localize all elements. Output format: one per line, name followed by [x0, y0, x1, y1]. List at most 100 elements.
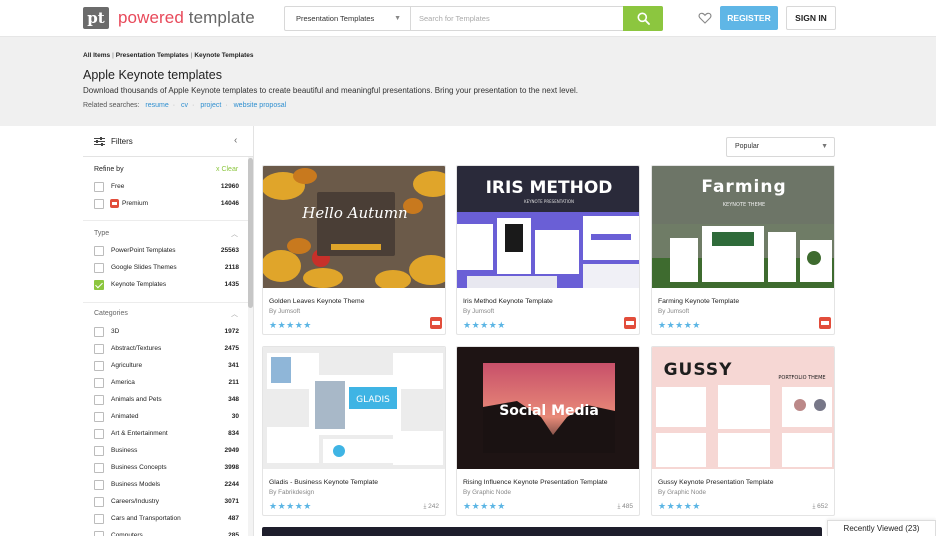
checkbox[interactable] [94, 199, 104, 209]
checkbox-checked[interactable] [94, 280, 104, 290]
filter-category[interactable]: Abstract/Textures 2475 [94, 344, 239, 356]
thumbnail-rising-influence[interactable]: Social Media [457, 347, 639, 469]
filter-category[interactable]: 3D 1972 [94, 327, 239, 339]
filter-label: PowerPoint Templates [111, 247, 176, 254]
chevron-down-icon: ▼ [394, 15, 401, 22]
checkbox[interactable] [94, 531, 104, 536]
filter-count: 1435 [224, 281, 239, 288]
filter-category[interactable]: Cars and Transportation 487 [94, 514, 239, 526]
checkbox[interactable] [94, 514, 104, 524]
template-card[interactable]: Hello Autumn Golden Leaves Keynote Theme… [262, 165, 446, 335]
filter-count: 348 [228, 396, 239, 403]
filter-keynote-templates[interactable]: Keynote Templates 1435 [94, 280, 239, 292]
filter-category[interactable]: Animals and Pets 348 [94, 395, 239, 407]
filter-category[interactable]: Agriculture 341 [94, 361, 239, 373]
template-card[interactable]: Farming KEYNOTE THEME Farming Keynote Te… [651, 165, 835, 335]
thumbnail-gussy[interactable]: GUSSY PORTFOLIO THEME [652, 347, 834, 469]
thumbnail-golden-leaves[interactable]: Hello Autumn [263, 166, 445, 288]
logo-word-powered: powered [118, 8, 184, 27]
filter-category[interactable]: Careers/Industry 3071 [94, 497, 239, 509]
checkbox[interactable] [94, 497, 104, 507]
breadcrumb-keynote-templates[interactable]: Keynote Templates [194, 52, 253, 59]
thumb-text: GLADIS [356, 395, 390, 405]
breadcrumb-all-items[interactable]: All Items [83, 52, 110, 59]
card-author[interactable]: By Graphic Node [658, 489, 706, 496]
checkbox[interactable] [94, 395, 104, 405]
card-author[interactable]: By Fabrikdesign [269, 489, 314, 496]
chevron-left-icon[interactable]: ‹ [234, 135, 237, 146]
filters-heading: Filters [111, 137, 133, 146]
filter-category[interactable]: Art & Entertainment 834 [94, 429, 239, 441]
filter-category[interactable]: America 211 [94, 378, 239, 390]
page-title: Apple Keynote templates [83, 68, 222, 82]
next-row-thumbnail[interactable] [262, 527, 822, 536]
checkbox[interactable] [94, 480, 104, 490]
card-title[interactable]: Farming Keynote Template [658, 298, 739, 305]
clear-filters-link[interactable]: x Clear [216, 166, 238, 173]
breadcrumb-presentation-templates[interactable]: Presentation Templates [116, 52, 189, 59]
checkbox[interactable] [94, 361, 104, 371]
card-title[interactable]: Gladis - Business Keynote Template [269, 479, 378, 486]
filter-label: Art & Entertainment [111, 430, 168, 437]
card-title[interactable]: Rising Influence Keynote Presentation Te… [463, 479, 608, 486]
checkbox[interactable] [94, 327, 104, 337]
filter-category[interactable]: Animated 30 [94, 412, 239, 424]
card-author[interactable]: By Jumsoft [269, 308, 300, 315]
related-link-project[interactable]: project [200, 102, 221, 109]
filter-free[interactable]: Free 12960 [94, 182, 239, 194]
checkbox[interactable] [94, 463, 104, 473]
search-button[interactable] [623, 6, 663, 31]
related-link-cv[interactable]: cv [181, 102, 188, 109]
checkbox[interactable] [94, 344, 104, 354]
card-title[interactable]: Iris Method Keynote Template [463, 298, 553, 305]
thumbnail-image: Hello Autumn [263, 166, 445, 288]
page-description: Download thousands of Apple Keynote temp… [83, 86, 578, 95]
recently-viewed-tab[interactable]: Recently Viewed (23) [827, 520, 936, 536]
chevron-up-icon[interactable]: ︿ [231, 309, 238, 319]
card-author[interactable]: By Jumsoft [463, 308, 494, 315]
thumbnail-gladis[interactable]: GLADIS [263, 347, 445, 469]
logo-mark[interactable]: pt [83, 7, 109, 29]
template-card[interactable]: Social Media Rising Influence Keynote Pr… [456, 346, 640, 516]
filter-category[interactable]: Business Models 2244 [94, 480, 239, 492]
card-author[interactable]: By Graphic Node [463, 489, 511, 496]
card-title[interactable]: Gussy Keynote Presentation Template [658, 479, 774, 486]
card-title[interactable]: Golden Leaves Keynote Theme [269, 298, 364, 305]
filter-powerpoint-templates[interactable]: PowerPoint Templates 25563 [94, 246, 239, 258]
related-link-website-proposal[interactable]: website proposal [234, 102, 287, 109]
card-author[interactable]: By Jumsoft [658, 308, 689, 315]
sign-in-button[interactable]: SIGN IN [786, 6, 836, 30]
related-link-resume[interactable]: resume [145, 102, 168, 109]
checkbox[interactable] [94, 182, 104, 192]
filter-category[interactable]: Computers 285 [94, 531, 239, 536]
checkbox[interactable] [94, 246, 104, 256]
checkbox[interactable] [94, 446, 104, 456]
checkbox[interactable] [94, 412, 104, 422]
checkbox[interactable] [94, 429, 104, 439]
template-card[interactable]: GUSSY PORTFOLIO THEME Gussy Keynote Pres… [651, 346, 835, 516]
template-card[interactable]: GLADIS Gladis - Business Keynote Templat… [262, 346, 446, 516]
logo-wordmark[interactable]: powered template [118, 8, 255, 28]
template-card[interactable]: IRIS METHOD KEYNOTE PRESENTATION Iris Me… [456, 165, 640, 335]
register-button[interactable]: REGISTER [720, 6, 778, 30]
download-icon: ⤓ [423, 503, 427, 510]
checkbox[interactable] [94, 263, 104, 273]
filter-count: 211 [228, 379, 240, 386]
thumbnail-iris-method[interactable]: IRIS METHOD KEYNOTE PRESENTATION [457, 166, 639, 288]
thumbnail-image: Social Media [457, 347, 639, 469]
filter-category[interactable]: Business Concepts 3998 [94, 463, 239, 475]
breadcrumb-separator: | [112, 52, 114, 59]
heart-icon[interactable] [698, 11, 712, 25]
filter-google-slides-themes[interactable]: Google Slides Themes 2118 [94, 263, 239, 275]
search-input[interactable] [412, 7, 622, 30]
filter-count: 285 [228, 532, 239, 536]
filter-category[interactable]: Business 2949 [94, 446, 239, 458]
sidebar-scrollbar-thumb[interactable] [248, 158, 253, 308]
thumbnail-farming[interactable]: Farming KEYNOTE THEME [652, 166, 834, 288]
sort-select[interactable]: Popular ▼ [726, 137, 835, 157]
filter-premium[interactable]: Premium 14046 [94, 199, 239, 211]
chevron-up-icon[interactable]: ︿ [231, 229, 238, 239]
checkbox[interactable] [94, 378, 104, 388]
rating-stars: ★★★★★ [269, 320, 312, 330]
search-category-select[interactable]: Presentation Templates ▼ [285, 7, 411, 30]
